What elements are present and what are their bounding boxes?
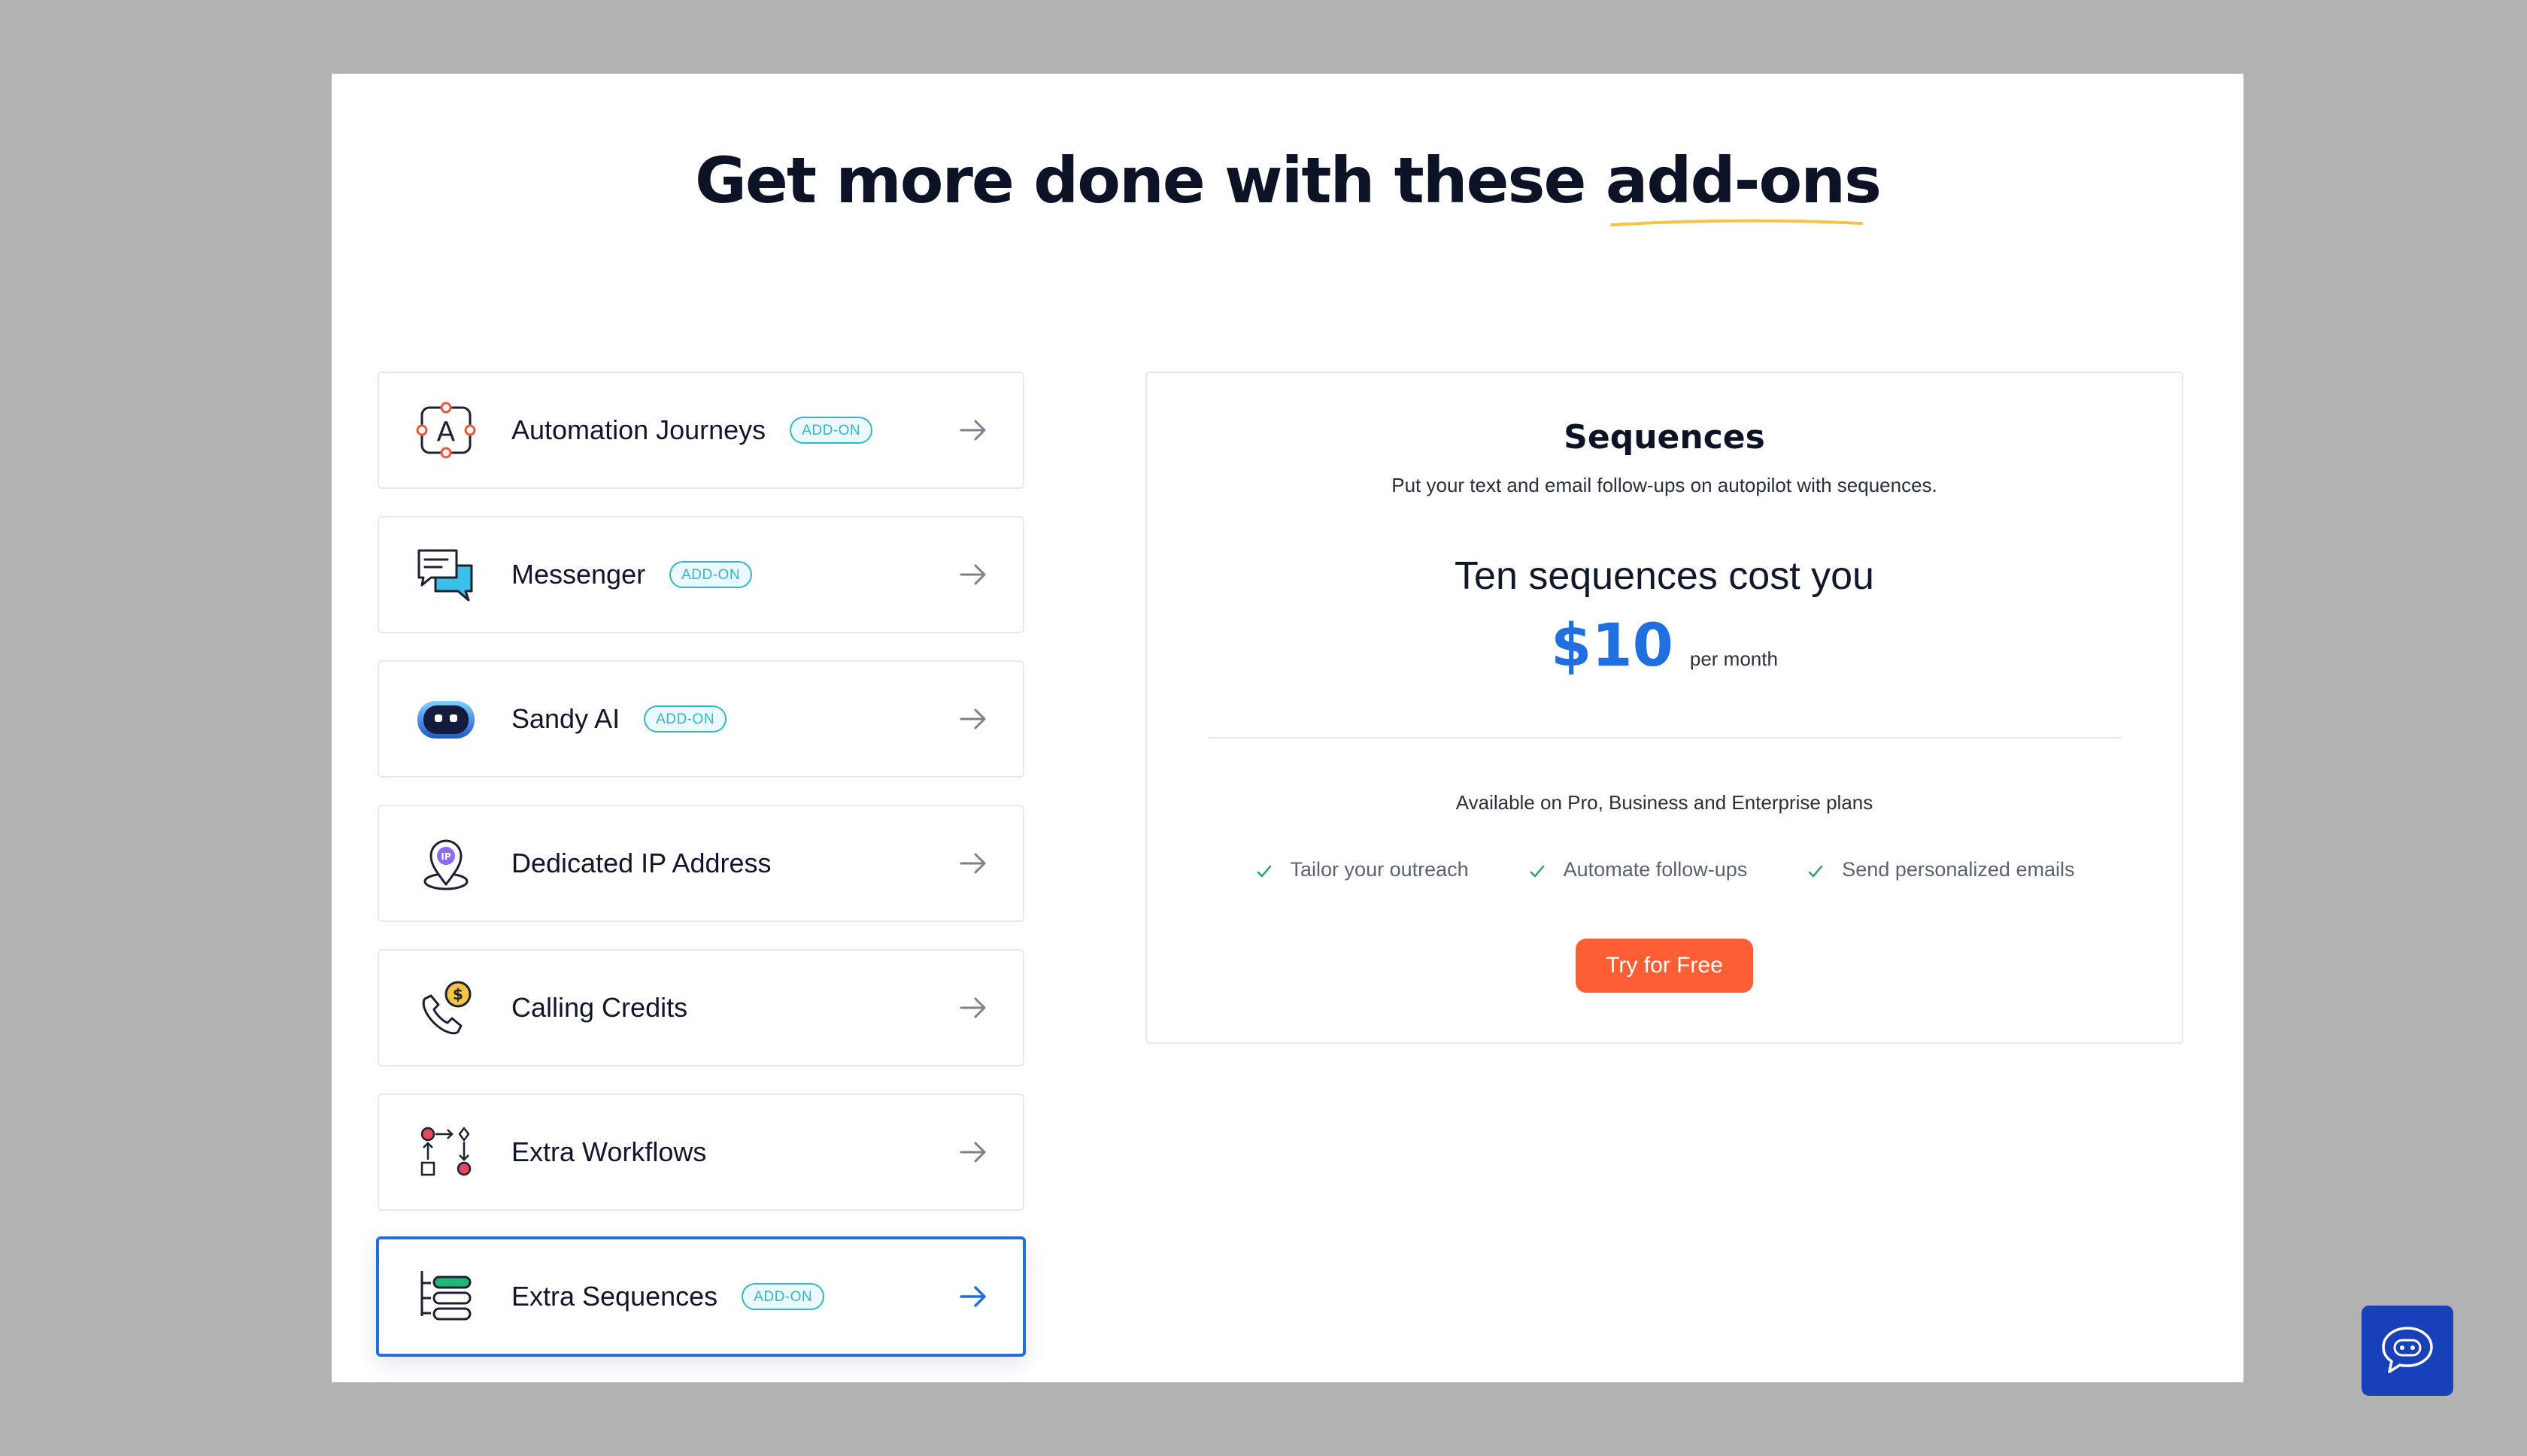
headline-highlight-text: add-ons	[1605, 144, 1882, 217]
addon-label-row: Calling Credits	[511, 992, 687, 1024]
chat-support-icon	[2382, 1327, 2433, 1373]
arrow-right-icon	[960, 1142, 986, 1163]
svg-text:A: A	[437, 417, 456, 447]
price-amount: $10	[1551, 612, 1673, 680]
feature-label: Tailor your outreach	[1290, 857, 1469, 881]
panel-subtitle: Put your text and email follow-ups on au…	[1391, 474, 1937, 496]
cost-line: Ten sequences cost you	[1455, 554, 1874, 598]
addons-section: Get more done with these add-ons A Autom…	[332, 74, 2243, 1382]
headline-underline	[1609, 219, 1863, 226]
addon-badge: ADD-ON	[644, 705, 727, 733]
addon-label-row: Sandy AI ADD-ON	[511, 703, 727, 735]
panel-divider	[1207, 737, 2122, 739]
addon-label: Sandy AI	[511, 703, 620, 734]
addon-detail-panel: Sequences Put your text and email follow…	[1145, 372, 2183, 1044]
addon-label-row: Messenger ADD-ON	[511, 559, 753, 590]
addon-badge: ADD-ON	[790, 416, 873, 444]
svg-text:$: $	[453, 985, 463, 1003]
addon-label: Dedicated IP Address	[511, 848, 772, 878]
headline-highlight: add-ons	[1606, 149, 1882, 226]
addon-item-sandy-ai[interactable]: Sandy AI ADD-ON	[378, 660, 1024, 778]
feature-item: Tailor your outreach	[1254, 857, 1469, 881]
addon-label-row: Extra Workflows	[511, 1136, 706, 1168]
addon-item-calling-credits[interactable]: $ Calling Credits	[378, 949, 1024, 1066]
ip-location-pin-icon: IP	[414, 831, 478, 896]
arrow-right-icon	[960, 708, 986, 730]
addon-label-row: Dedicated IP Address	[511, 848, 772, 879]
check-icon	[1530, 865, 1544, 878]
arrow-right-icon	[960, 997, 986, 1018]
try-for-free-button[interactable]: Try for Free	[1576, 939, 1753, 993]
messenger-chat-icon	[414, 542, 478, 607]
chat-support-button[interactable]	[2362, 1306, 2453, 1396]
feature-list: Tailor your outreach Automate follow-ups…	[1147, 857, 2182, 881]
price-row: $10 per month	[1147, 612, 2182, 680]
arrow-right-icon	[960, 420, 986, 441]
phone-dollar-icon: $	[414, 975, 478, 1040]
svg-text:IP: IP	[441, 851, 450, 862]
workflow-diagram-icon	[414, 1120, 478, 1185]
automation-journey-icon: A	[414, 398, 478, 463]
addon-label: Messenger	[511, 559, 646, 590]
feature-item: Automate follow-ups	[1527, 857, 1748, 881]
check-icon	[1809, 865, 1823, 878]
addon-label: Automation Journeys	[511, 414, 766, 445]
feature-label: Automate follow-ups	[1563, 857, 1748, 881]
addon-label: Calling Credits	[511, 992, 688, 1023]
arrow-right-icon	[960, 1286, 986, 1307]
addon-item-messenger[interactable]: Messenger ADD-ON	[378, 516, 1024, 633]
addon-label-row: Extra Sequences ADD-ON	[511, 1281, 825, 1312]
addon-item-automation-journeys[interactable]: A Automation Journeys ADD-ON	[378, 372, 1024, 489]
addon-label-row: Automation Journeys ADD-ON	[511, 414, 873, 446]
check-icon	[1257, 865, 1271, 878]
price-period: per month	[1689, 648, 1778, 670]
addon-badge: ADD-ON	[669, 560, 753, 589]
headline-main: Get more done with these	[694, 144, 1606, 217]
plan-availability: Available on Pro, Business and Enterpris…	[1455, 791, 1873, 814]
feature-label: Send personalized emails	[1842, 857, 2075, 881]
sequences-list-icon	[414, 1264, 478, 1329]
panel-title: Sequences	[1564, 418, 1765, 457]
addon-label: Extra Sequences	[511, 1281, 718, 1312]
sandy-ai-robot-icon	[414, 687, 478, 751]
addon-item-dedicated-ip[interactable]: IP Dedicated IP Address	[378, 805, 1024, 922]
addon-badge: ADD-ON	[742, 1282, 825, 1311]
addon-label: Extra Workflows	[511, 1136, 707, 1167]
feature-item: Send personalized emails	[1806, 857, 2074, 881]
arrow-right-icon	[960, 853, 986, 874]
addon-item-extra-sequences[interactable]: Extra Sequences ADD-ON	[376, 1236, 1026, 1357]
arrow-right-icon	[960, 564, 986, 585]
addon-item-extra-workflows[interactable]: Extra Workflows	[378, 1094, 1024, 1211]
page-title: Get more done with these add-ons	[332, 149, 2243, 226]
